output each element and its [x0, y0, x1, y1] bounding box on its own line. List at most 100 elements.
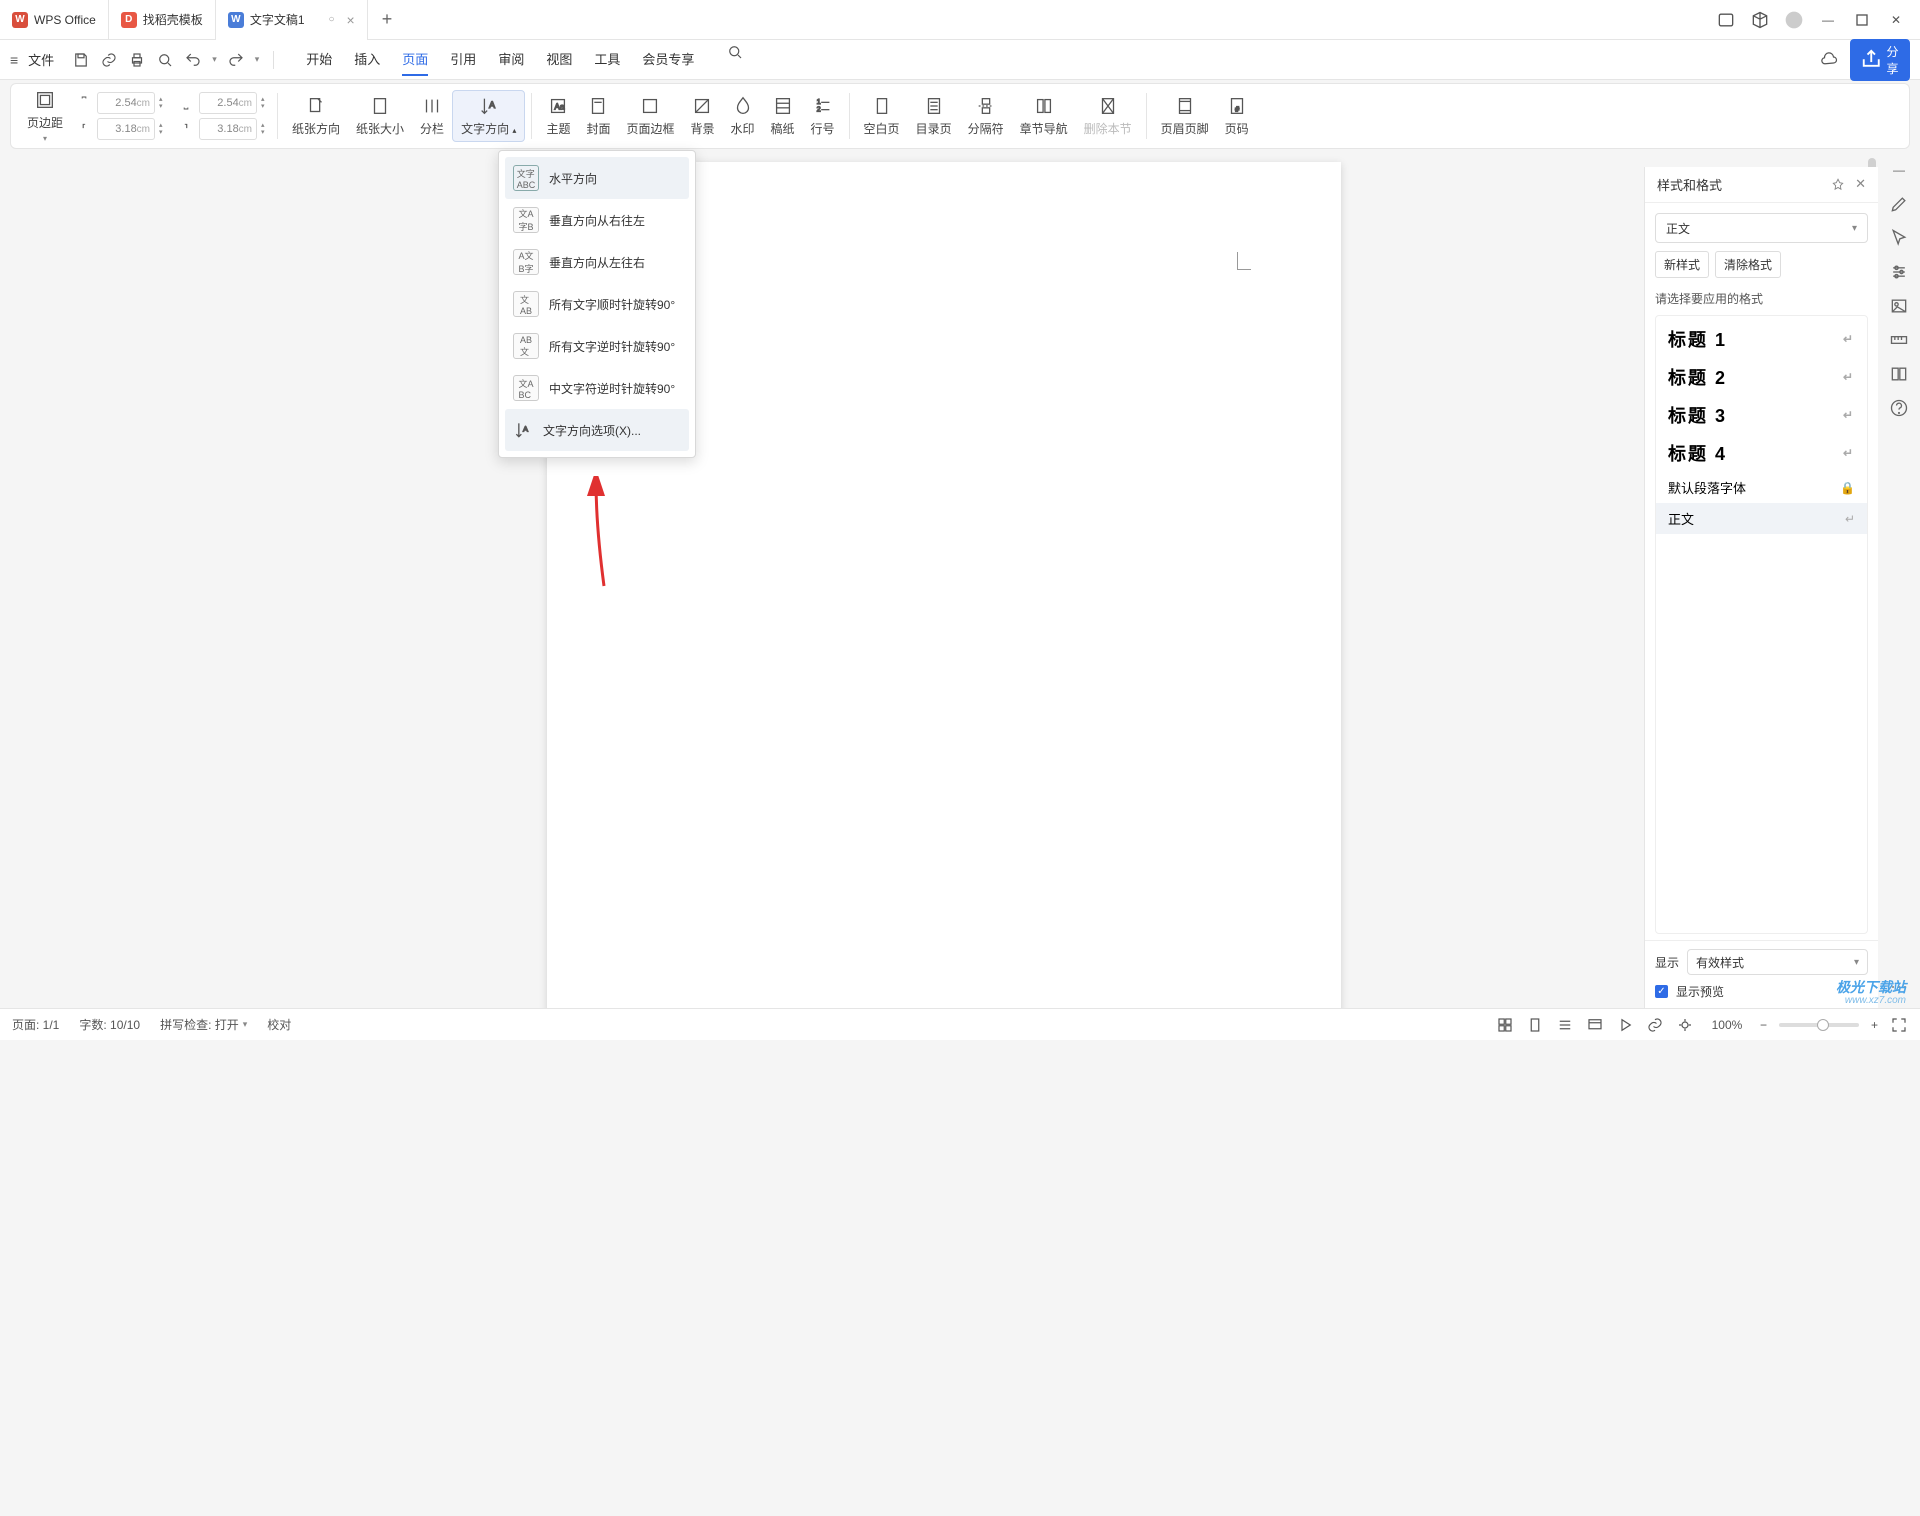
fullscreen-icon[interactable]: [1890, 1016, 1908, 1034]
theme-button[interactable]: Aa主题: [538, 95, 578, 137]
image-icon[interactable]: [1889, 296, 1909, 316]
cursor-icon[interactable]: [1889, 228, 1909, 248]
separator-button[interactable]: 分隔符: [960, 95, 1012, 137]
line-number-button[interactable]: 12行号: [803, 95, 843, 137]
zoom-out-button[interactable]: −: [1760, 1018, 1767, 1032]
status-spellcheck[interactable]: 拼写检查: 打开▾: [160, 1016, 247, 1033]
lined-paper-button[interactable]: 稿纸: [763, 95, 803, 137]
dd-options[interactable]: A文字方向选项(X)...: [505, 409, 689, 451]
print-icon[interactable]: [128, 51, 146, 69]
current-style-select[interactable]: 正文▾: [1655, 213, 1868, 243]
style-heading3[interactable]: 标题 3↵: [1656, 396, 1867, 434]
file-menu[interactable]: 文件: [28, 50, 54, 69]
chevron-down-icon[interactable]: ▾: [212, 54, 217, 65]
page-margin-button[interactable]: 页边距 ▾: [19, 89, 71, 143]
blank-page-button[interactable]: 空白页: [856, 95, 908, 137]
web-view-icon[interactable]: [1586, 1016, 1604, 1034]
tab-tools[interactable]: 工具: [594, 43, 620, 76]
reading-mode-icon[interactable]: [1716, 10, 1736, 30]
tab-references[interactable]: 引用: [450, 43, 476, 76]
watermark-button[interactable]: 水印: [723, 95, 763, 137]
zoom-slider[interactable]: [1779, 1023, 1859, 1027]
status-words[interactable]: 字数: 10/10: [79, 1016, 140, 1033]
book-icon[interactable]: [1889, 364, 1909, 384]
zoom-value[interactable]: 100%: [1706, 1018, 1748, 1032]
zoom-in-button[interactable]: +: [1871, 1018, 1878, 1032]
style-default-font[interactable]: 默认段落字体🔒: [1656, 472, 1867, 503]
cube-icon[interactable]: [1750, 10, 1770, 30]
tab-wps-home[interactable]: W WPS Office: [0, 0, 109, 40]
tab-docer[interactable]: D 找稻壳模板: [109, 0, 216, 40]
tab-document[interactable]: W 文字文稿1 ○ ×: [216, 0, 368, 40]
margin-bottom-input[interactable]: 2.54: [199, 92, 257, 114]
pencil-icon[interactable]: [1889, 194, 1909, 214]
tab-view[interactable]: 视图: [546, 43, 572, 76]
tab-insert[interactable]: 插入: [354, 43, 380, 76]
show-filter-select[interactable]: 有效样式▾: [1687, 949, 1868, 975]
delete-section-button[interactable]: 删除本节: [1076, 95, 1140, 137]
help-icon[interactable]: [1889, 398, 1909, 418]
spinner[interactable]: ▴▾: [261, 96, 271, 110]
link-icon[interactable]: [100, 51, 118, 69]
style-heading4[interactable]: 标题 4↵: [1656, 434, 1867, 472]
margin-right-input[interactable]: 3.18: [199, 118, 257, 140]
status-page[interactable]: 页面: 1/1: [12, 1016, 59, 1033]
redo-icon[interactable]: [227, 51, 245, 69]
focus-icon[interactable]: [1676, 1016, 1694, 1034]
save-icon[interactable]: [72, 51, 90, 69]
pin-icon[interactable]: [1831, 176, 1845, 193]
grid-view-icon[interactable]: [1496, 1016, 1514, 1034]
dd-rotate-cw[interactable]: 文AB所有文字顺时针旋转90°: [505, 283, 689, 325]
spinner[interactable]: ▴▾: [159, 122, 169, 136]
background-button[interactable]: 背景: [682, 95, 722, 137]
clear-format-button[interactable]: 清除格式: [1715, 251, 1781, 278]
style-heading1[interactable]: 标题 1↵: [1656, 320, 1867, 358]
tab-page[interactable]: 页面: [402, 43, 428, 76]
spinner[interactable]: ▴▾: [159, 96, 169, 110]
tab-member[interactable]: 会员专享: [642, 43, 694, 76]
status-proof[interactable]: 校对: [267, 1016, 291, 1033]
margin-left-input[interactable]: 3.18: [97, 118, 155, 140]
play-icon[interactable]: [1616, 1016, 1634, 1034]
search-icon[interactable]: [726, 43, 744, 61]
orientation-button[interactable]: 纸张方向: [284, 95, 348, 137]
close-icon[interactable]: ✕: [1855, 176, 1866, 193]
page-number-button[interactable]: #页码: [1217, 95, 1257, 137]
dd-horizontal[interactable]: 文字ABC水平方向: [505, 157, 689, 199]
link-status-icon[interactable]: [1646, 1016, 1664, 1034]
page-view-icon[interactable]: [1526, 1016, 1544, 1034]
undo-icon[interactable]: [184, 51, 202, 69]
paper-size-button[interactable]: 纸张大小: [348, 95, 412, 137]
preview-checkbox[interactable]: ✓: [1655, 985, 1668, 998]
toc-button[interactable]: 目录页: [908, 95, 960, 137]
print-preview-icon[interactable]: [156, 51, 174, 69]
style-heading2[interactable]: 标题 2↵: [1656, 358, 1867, 396]
new-style-button[interactable]: 新样式: [1655, 251, 1709, 278]
dd-vertical-rtl[interactable]: 文A字B垂直方向从右往左: [505, 199, 689, 241]
close-icon[interactable]: ×: [347, 12, 355, 28]
margin-top-input[interactable]: 2.54: [97, 92, 155, 114]
text-direction-button[interactable]: A文字方向 ▴: [452, 90, 525, 142]
dd-rotate-ccw[interactable]: AB文所有文字逆时针旋转90°: [505, 325, 689, 367]
sliders-icon[interactable]: [1889, 262, 1909, 282]
share-button[interactable]: 分享: [1850, 39, 1910, 81]
style-normal[interactable]: 正文↵: [1656, 503, 1867, 534]
page-border-button[interactable]: 页面边框: [618, 95, 682, 137]
dd-chinese-ccw[interactable]: 文ABC中文字符逆时针旋转90°: [505, 367, 689, 409]
tab-start[interactable]: 开始: [306, 43, 332, 76]
outline-view-icon[interactable]: [1556, 1016, 1574, 1034]
tab-review[interactable]: 审阅: [498, 43, 524, 76]
cover-button[interactable]: 封面: [578, 95, 618, 137]
ruler-icon[interactable]: [1889, 330, 1909, 350]
tab-add-button[interactable]: +: [368, 9, 407, 30]
minimize-button[interactable]: —: [1818, 10, 1838, 30]
collapse-icon[interactable]: —: [1889, 160, 1909, 180]
hamburger-icon[interactable]: ≡: [10, 52, 18, 68]
columns-button[interactable]: 分栏: [412, 95, 452, 137]
header-footer-button[interactable]: 页眉页脚: [1153, 95, 1217, 137]
spinner[interactable]: ▴▾: [261, 122, 271, 136]
chapter-nav-button[interactable]: 章节导航: [1012, 95, 1076, 137]
maximize-button[interactable]: [1852, 10, 1872, 30]
chevron-down-icon[interactable]: ▾: [255, 54, 260, 65]
dd-vertical-ltr[interactable]: A文B字垂直方向从左往右: [505, 241, 689, 283]
